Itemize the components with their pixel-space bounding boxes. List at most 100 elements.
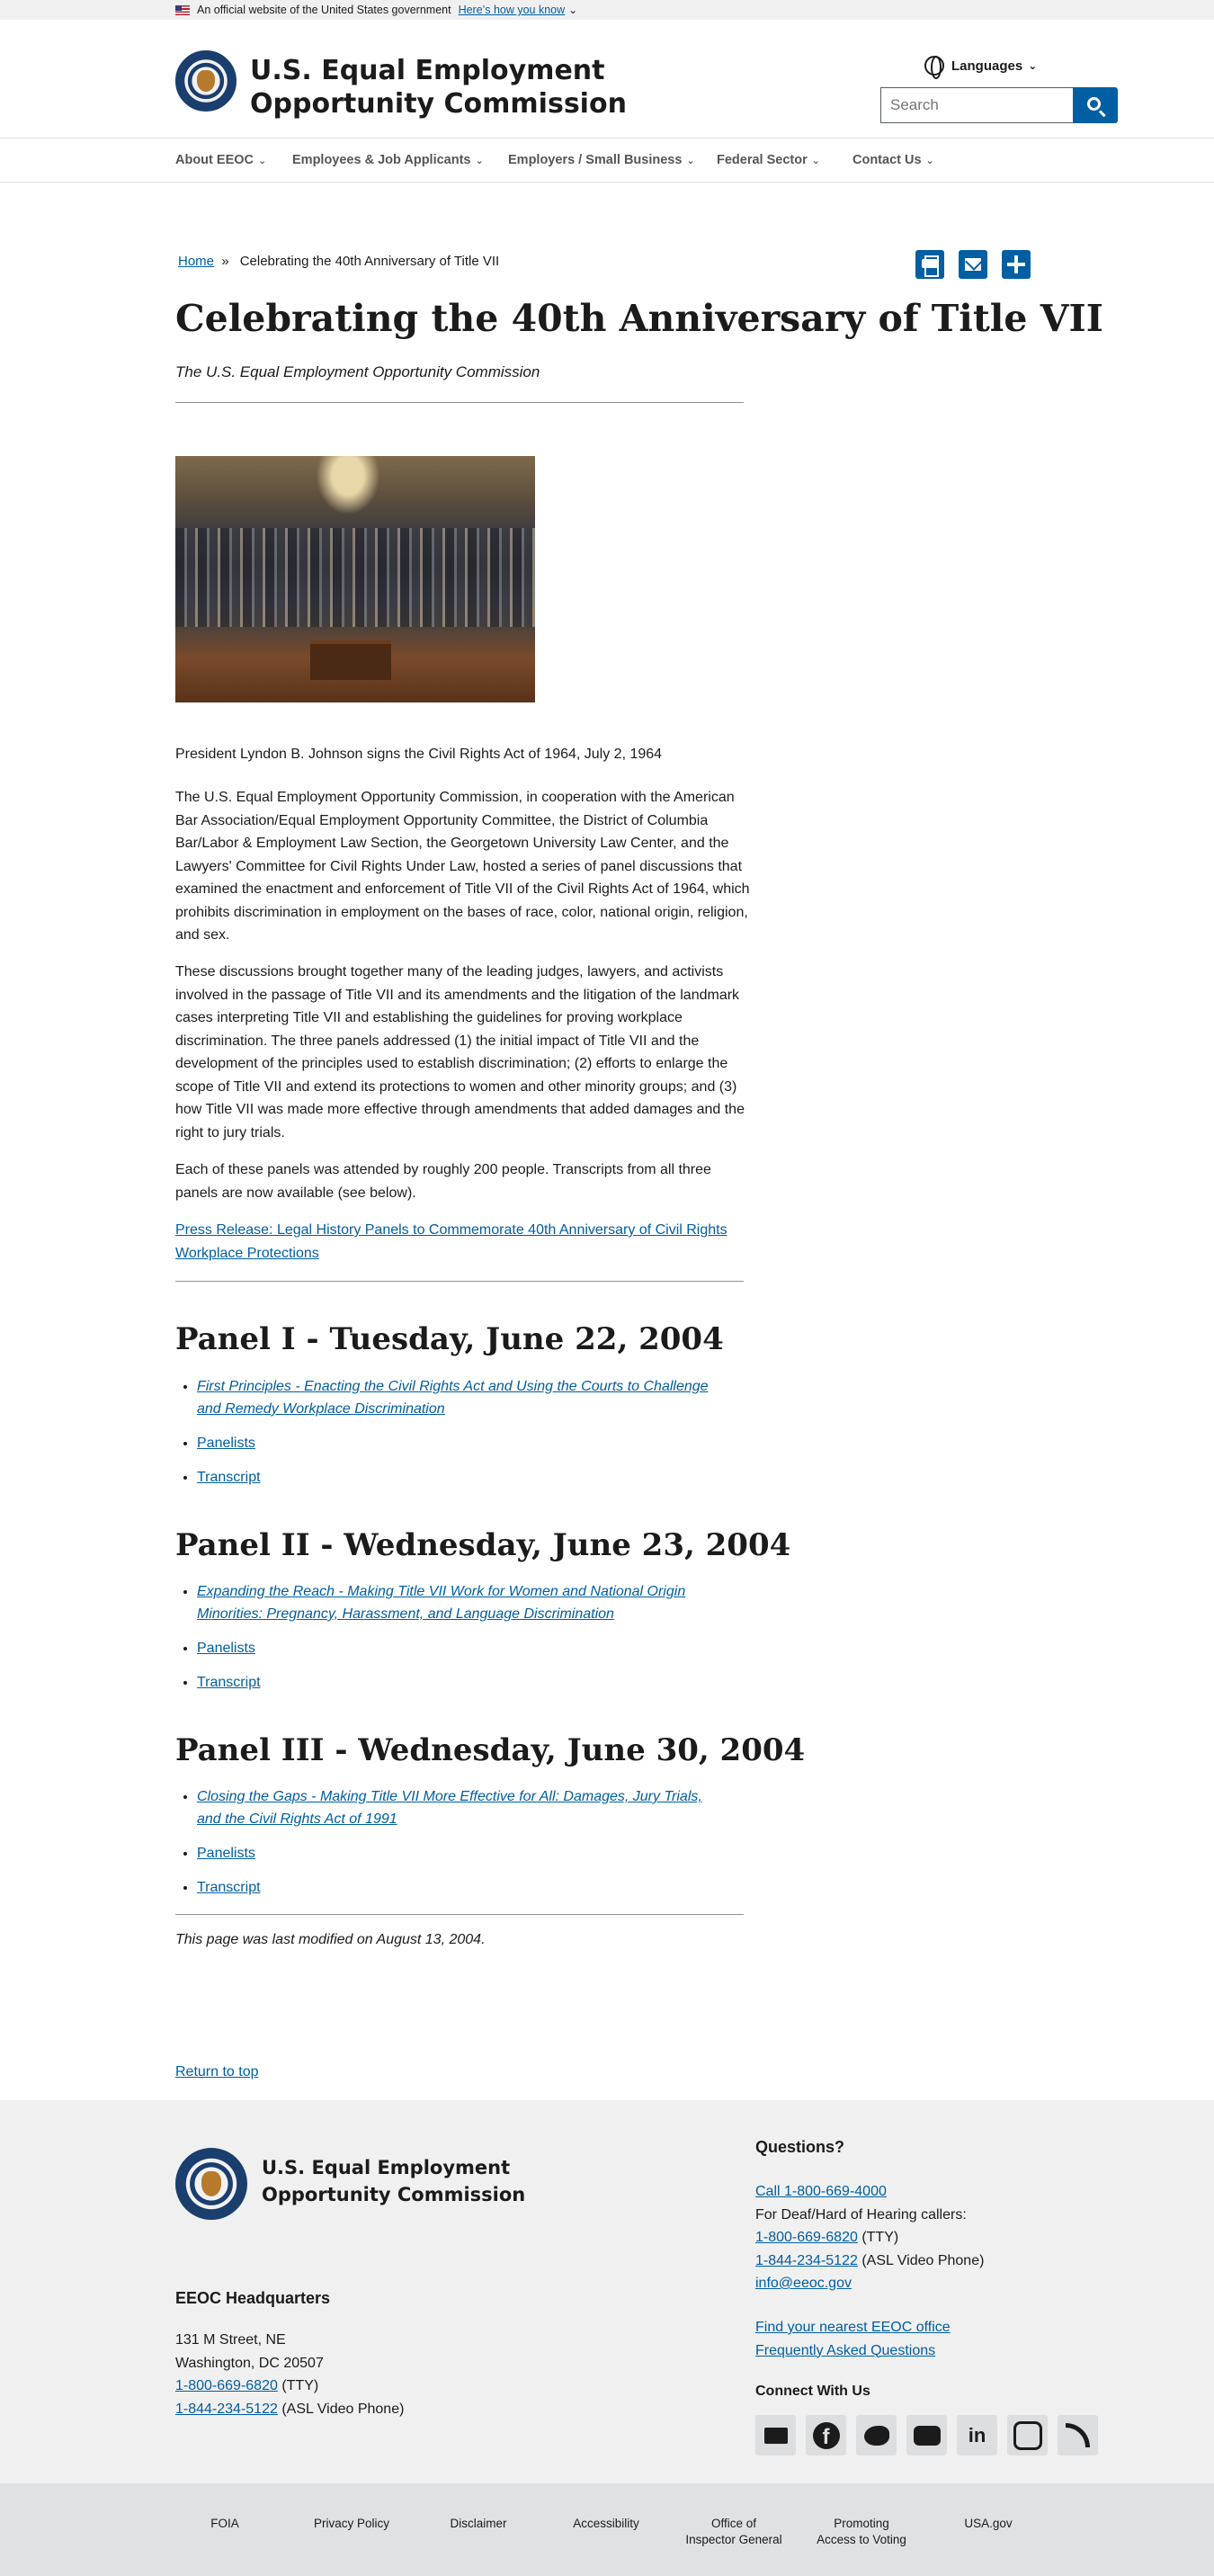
bottom-links-bar: FOIA Privacy Policy Disclaimer Accessibi…	[0, 2483, 1214, 2576]
nav-item-employees[interactable]: Employees & Job Applicants ⌄	[292, 139, 484, 183]
instagram-icon[interactable]	[1007, 2415, 1048, 2455]
list-item: First Principles - Enacting the Civil Ri…	[197, 1375, 719, 1420]
panel-1-topic-link[interactable]: First Principles - Enacting the Civil Ri…	[197, 1379, 709, 1417]
list-item: Expanding the Reach - Making Title VII W…	[197, 1580, 719, 1625]
panel-1-heading: Panel I - Tuesday, June 22, 2004	[175, 1321, 724, 1357]
agency-name-line2[interactable]: Opportunity Commission	[250, 87, 627, 121]
youtube-icon[interactable]	[906, 2415, 947, 2455]
accessibility-link[interactable]: Accessibility	[548, 2516, 665, 2532]
site-footer: U.S. Equal Employment Opportunity Commis…	[0, 2100, 1214, 2483]
chevron-down-icon: ⌄	[686, 156, 695, 166]
lbj-signing-photo	[175, 456, 535, 702]
main-nav: About EEOC ⌄ Employees & Job Applicants ⌄ …	[0, 139, 1214, 183]
list-item: Transcript	[197, 1466, 719, 1489]
hq-tty: 1-800-669-6820 (TTY)	[175, 2378, 319, 2393]
asl-link[interactable]: 1-844-234-5122	[755, 2253, 858, 2268]
rss-icon[interactable]	[1058, 2415, 1098, 2455]
list-item: Transcript	[197, 1876, 719, 1899]
nav-item-contact-us[interactable]: Contact Us ⌄	[852, 139, 934, 183]
chevron-down-icon: ⌄	[925, 156, 934, 166]
byline: The U.S. Equal Employment Opportunity Co…	[175, 363, 540, 380]
hq-tty-link[interactable]: 1-800-669-6820	[175, 2378, 278, 2393]
breadcrumb-current: Celebrating the 40th Anniversary of Titl…	[239, 254, 500, 269]
nav-item-employers[interactable]: Employers / Small Business ⌄	[508, 139, 695, 183]
mail-icon[interactable]	[755, 2415, 796, 2455]
agency-name-line1[interactable]: U.S. Equal Employment	[250, 54, 627, 87]
breadcrumb-separator: »	[221, 254, 229, 269]
panel-3-topic-link[interactable]: Closing the Gaps - Making Title VII More…	[197, 1789, 702, 1827]
press-release-link-wrap: Press Release: Legal History Panels to C…	[175, 1219, 751, 1265]
panel-1-transcript-link[interactable]: Transcript	[197, 1470, 261, 1485]
nav-item-federal-sector[interactable]: Federal Sector ⌄	[717, 139, 820, 183]
panel-3-links: Closing the Gaps - Making Title VII More…	[197, 1785, 719, 1910]
footer-agency-line1[interactable]: U.S. Equal Employment	[262, 2154, 525, 2181]
print-icon[interactable]	[915, 250, 944, 279]
search-icon	[1086, 96, 1101, 111]
agency-name[interactable]: U.S. Equal Employment Opportunity Commis…	[250, 54, 627, 121]
inspector-general-link[interactable]: Office of Inspector General	[675, 2516, 792, 2548]
hq-heading: EEOC Headquarters	[175, 2289, 331, 2307]
list-item: Panelists	[197, 1842, 719, 1865]
divider	[175, 402, 744, 403]
chevron-down-icon: ⌄	[1028, 59, 1038, 72]
languages-button[interactable]: Languages ⌄	[924, 56, 1038, 79]
nav-item-about-eeoc[interactable]: About EEOC ⌄	[175, 139, 266, 183]
discussion-paragraph: These discussions brought together many …	[175, 964, 745, 1140]
chevron-down-icon: ⌄	[475, 156, 484, 166]
eeoc-seal-logo[interactable]	[175, 50, 237, 112]
panel-1-panelists-link[interactable]: Panelists	[197, 1436, 255, 1451]
deaf-text: For Deaf/Hard of Hearing callers:	[755, 2206, 967, 2223]
heres-how-you-know-link[interactable]: Here’s how you know	[459, 4, 566, 16]
email-icon[interactable]	[959, 250, 987, 279]
last-modified-text: This page was last modified on August 13…	[175, 1932, 486, 1947]
panel-2-panelists-link[interactable]: Panelists	[197, 1641, 255, 1656]
footer-agency-line2[interactable]: Opportunity Commission	[262, 2181, 525, 2208]
search-button[interactable]	[1073, 87, 1118, 123]
gov-banner: An official website of the United States…	[0, 0, 1214, 20]
breadcrumb: Home » Celebrating the 40th Anniversary …	[178, 254, 499, 269]
footer-help-links: Find your nearest EEOC office Frequently…	[755, 2316, 951, 2362]
intro-paragraph: The U.S. Equal Employment Opportunity Co…	[175, 790, 750, 943]
tty-link[interactable]: 1-800-669-6820	[755, 2230, 858, 2245]
panel-3-panelists-link[interactable]: Panelists	[197, 1846, 255, 1861]
panel-2-links: Expanding the Reach - Making Title VII W…	[197, 1580, 719, 1705]
foia-link[interactable]: FOIA	[166, 2516, 283, 2532]
search-input[interactable]	[880, 87, 1074, 123]
hq-asl-link[interactable]: 1-844-234-5122	[175, 2402, 278, 2417]
breadcrumb-home-link[interactable]: Home	[178, 254, 214, 269]
panel-2-transcript-link[interactable]: Transcript	[197, 1675, 261, 1690]
photo-caption: President Lyndon B. Johnson signs the Ci…	[175, 747, 663, 762]
share-icon[interactable]	[1002, 250, 1031, 279]
linkedin-icon[interactable]	[957, 2415, 997, 2455]
questions-contacts: Call 1-800-669-4000 For Deaf/Hard of Hea…	[755, 2184, 985, 2291]
chevron-down-icon[interactable]: ⌄	[568, 4, 577, 16]
footer-agency-name[interactable]: U.S. Equal Employment Opportunity Commis…	[262, 2154, 525, 2208]
usagov-link[interactable]: USA.gov	[930, 2516, 1047, 2532]
eeoc-seal-logo[interactable]	[175, 2148, 247, 2220]
press-release-link[interactable]: Press Release: Legal History Panels to C…	[175, 1222, 728, 1261]
facebook-icon[interactable]	[806, 2415, 846, 2455]
list-item: Panelists	[197, 1637, 719, 1659]
twitter-icon[interactable]	[856, 2415, 897, 2455]
us-flag-icon	[175, 4, 190, 15]
faq-link[interactable]: Frequently Asked Questions	[755, 2343, 935, 2358]
panel-2-topic-link[interactable]: Expanding the Reach - Making Title VII W…	[197, 1584, 685, 1622]
access-to-voting-link[interactable]: Promoting Access to Voting	[803, 2516, 920, 2548]
panel-1-links: First Principles - Enacting the Civil Ri…	[197, 1375, 719, 1500]
languages-label: Languages	[951, 58, 1023, 74]
email-link[interactable]: info@eeoc.gov	[755, 2276, 852, 2291]
panel-3-transcript-link[interactable]: Transcript	[197, 1880, 261, 1895]
site-header: U.S. Equal Employment Opportunity Commis…	[0, 20, 1214, 139]
return-to-top-link[interactable]: Return to top	[175, 2064, 259, 2080]
call-link[interactable]: Call 1-800-669-4000	[755, 2184, 887, 2199]
panel-3-heading: Panel III - Wednesday, June 30, 2004	[175, 1732, 806, 1768]
attendance-paragraph: Each of these panels was attended by rou…	[175, 1162, 711, 1201]
privacy-policy-link[interactable]: Privacy Policy	[293, 2516, 410, 2532]
hq-address: 131 M Street, NE Washington, DC 20507 1-…	[175, 2329, 404, 2420]
divider	[175, 1914, 744, 1915]
list-item: Closing the Gaps - Making Title VII More…	[197, 1785, 719, 1830]
disclaimer-link[interactable]: Disclaimer	[420, 2516, 537, 2532]
find-office-link[interactable]: Find your nearest EEOC office	[755, 2320, 951, 2335]
connect-heading: Connect With Us	[755, 2384, 870, 2399]
divider	[175, 1281, 744, 1282]
